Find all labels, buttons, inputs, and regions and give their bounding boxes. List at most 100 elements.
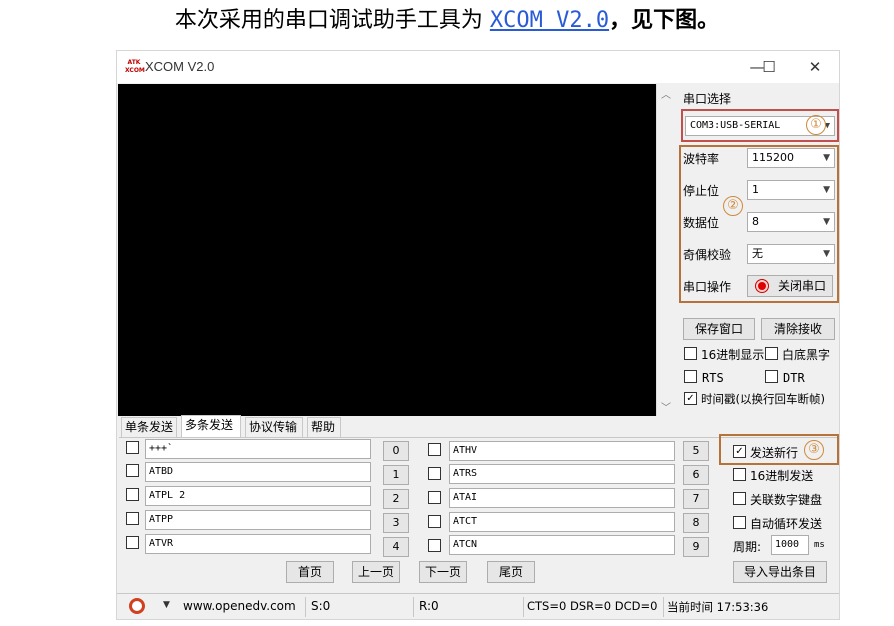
xcom-window: ATK XCOM XCOM V2.0 — ☐ ✕ ︿ ﹀ 串口选择 COM3:US…: [116, 50, 840, 620]
period-input[interactable]: 1000: [771, 535, 809, 555]
tab-single-send[interactable]: 单条发送: [121, 417, 177, 437]
app-logo-icon: ATK XCOM: [125, 59, 145, 74]
row-checkbox[interactable]: [428, 515, 441, 528]
console-scrollbar[interactable]: ︿ ﹀: [656, 84, 674, 416]
dropdown-icon[interactable]: ▼: [163, 600, 170, 610]
rts-label: RTS: [702, 371, 724, 385]
caption-prefix: 本次采用的串口调试助手工具为: [174, 8, 490, 33]
stop-bits-label: 停止位: [683, 184, 720, 198]
chevron-down-icon: ▼: [823, 249, 830, 259]
send-button-9[interactable]: 9: [683, 537, 709, 557]
row-checkbox[interactable]: [126, 536, 139, 549]
tab-multi-send[interactable]: 多条发送: [181, 415, 241, 437]
annotation-3: ③: [804, 440, 824, 460]
period-unit: ms: [814, 540, 825, 550]
send-button-4[interactable]: 4: [383, 537, 409, 557]
send-button-8[interactable]: 8: [683, 513, 709, 533]
rts-checkbox[interactable]: [684, 370, 697, 383]
close-button[interactable]: ✕: [795, 55, 835, 79]
status-received: R:0: [419, 599, 439, 613]
send-field-0[interactable]: +++`: [145, 439, 371, 459]
stop-bits-select[interactable]: 1 ▼: [747, 180, 835, 200]
hex-send-checkbox[interactable]: [733, 468, 746, 481]
save-window-button[interactable]: 保存窗口: [683, 318, 755, 340]
white-black-checkbox[interactable]: [765, 347, 778, 360]
dtr-label: DTR: [783, 371, 805, 385]
white-black-label: 白底黑字: [782, 348, 831, 362]
send-button-0[interactable]: 0: [383, 441, 409, 461]
send-button-3[interactable]: 3: [383, 513, 409, 533]
import-export-button[interactable]: 导入导出条目: [733, 561, 827, 583]
document-caption: 本次采用的串口调试助手工具为 XCOM V2.0，见下图。: [0, 0, 894, 40]
send-field-8[interactable]: ATCT: [449, 512, 675, 532]
status-time: 当前时间 17:53:36: [667, 600, 769, 614]
window-title: XCOM V2.0: [145, 59, 215, 74]
scroll-down-icon[interactable]: ﹀: [657, 399, 675, 414]
auto-loop-label: 自动循环发送: [750, 517, 823, 531]
parity-label: 奇偶校验: [683, 248, 732, 262]
port-select-label: 串口选择: [683, 92, 732, 106]
title-bar: ATK XCOM XCOM V2.0 — ☐ ✕: [117, 51, 839, 83]
row-checkbox[interactable]: [126, 464, 139, 477]
send-field-5[interactable]: ATHV: [449, 441, 675, 461]
status-bar: ▼ www.openedv.com S:0 R:0 CTS=0 DSR=0 DC…: [117, 593, 839, 619]
maximize-button[interactable]: ☐: [747, 55, 791, 79]
close-port-button[interactable]: 关闭串口: [747, 275, 833, 297]
status-lines: CTS=0 DSR=0 DCD=0: [527, 599, 658, 613]
send-button-2[interactable]: 2: [383, 489, 409, 509]
send-field-7[interactable]: ATAI: [449, 488, 675, 508]
power-icon[interactable]: [129, 598, 145, 614]
last-page-button[interactable]: 尾页: [487, 561, 535, 583]
send-field-2[interactable]: ATPL 2: [145, 486, 371, 506]
row-checkbox[interactable]: [126, 441, 139, 454]
row-checkbox[interactable]: [126, 512, 139, 525]
data-bits-label: 数据位: [683, 216, 720, 230]
hex-send-label: 16进制发送: [750, 469, 814, 483]
send-button-5[interactable]: 5: [683, 441, 709, 461]
row-checkbox[interactable]: [428, 539, 441, 552]
status-sent: S:0: [311, 599, 331, 613]
scroll-up-icon[interactable]: ︿: [657, 86, 675, 101]
receive-console[interactable]: [118, 84, 674, 416]
send-button-1[interactable]: 1: [383, 465, 409, 485]
send-button-6[interactable]: 6: [683, 465, 709, 485]
tab-protocol[interactable]: 协议传输: [245, 417, 303, 437]
period-label: 周期:: [733, 540, 762, 554]
auto-loop-checkbox[interactable]: [733, 516, 746, 529]
send-newline-checkbox[interactable]: ✓: [733, 445, 746, 458]
tab-help[interactable]: 帮助: [307, 417, 341, 437]
status-url[interactable]: www.openedv.com: [183, 599, 296, 613]
port-status-icon: [756, 280, 768, 292]
baud-select[interactable]: 115200 ▼: [747, 148, 835, 168]
send-field-1[interactable]: ATBD: [145, 462, 371, 482]
timestamp-checkbox[interactable]: ✓: [684, 392, 697, 405]
chevron-down-icon: ▼: [823, 217, 830, 227]
link-keypad-label: 关联数字键盘: [750, 493, 823, 507]
annotation-2: ②: [723, 196, 743, 216]
baud-label: 波特率: [683, 152, 720, 166]
row-checkbox[interactable]: [428, 491, 441, 504]
first-page-button[interactable]: 首页: [286, 561, 334, 583]
send-field-9[interactable]: ATCN: [449, 535, 675, 555]
port-op-label: 串口操作: [683, 280, 732, 294]
row-checkbox[interactable]: [428, 467, 441, 480]
caption-link[interactable]: XCOM V2.0: [490, 8, 609, 33]
hex-display-label: 16进制显示: [701, 348, 765, 362]
hex-display-checkbox[interactable]: [684, 347, 697, 360]
parity-select[interactable]: 无 ▼: [747, 244, 835, 264]
send-field-3[interactable]: ATPP: [145, 510, 371, 530]
chevron-down-icon: ▼: [823, 185, 830, 195]
row-checkbox[interactable]: [428, 443, 441, 456]
caption-suffix: ，见下图。: [609, 7, 720, 33]
chevron-down-icon: ▼: [823, 153, 830, 163]
clear-receive-button[interactable]: 清除接收: [761, 318, 835, 340]
dtr-checkbox[interactable]: [765, 370, 778, 383]
row-checkbox[interactable]: [126, 488, 139, 501]
send-field-6[interactable]: ATRS: [449, 464, 675, 484]
link-keypad-checkbox[interactable]: [733, 492, 746, 505]
send-button-7[interactable]: 7: [683, 489, 709, 509]
next-page-button[interactable]: 下一页: [419, 561, 467, 583]
send-field-4[interactable]: ATVR: [145, 534, 371, 554]
prev-page-button[interactable]: 上一页: [352, 561, 400, 583]
data-bits-select[interactable]: 8 ▼: [747, 212, 835, 232]
